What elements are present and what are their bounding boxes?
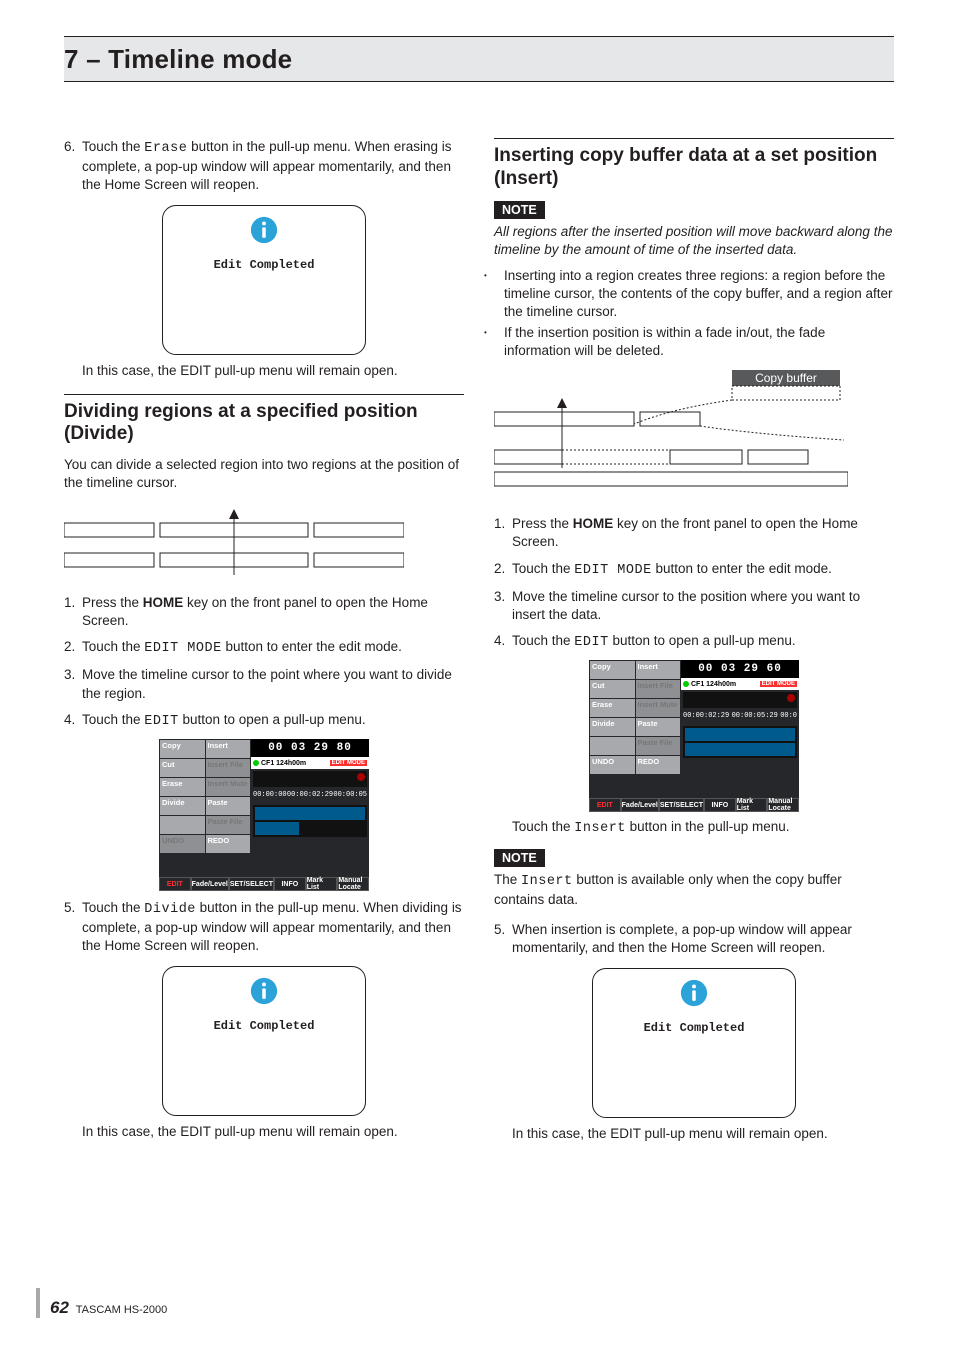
popup2-caption: In this case, the EDIT pull-up menu will… xyxy=(82,1124,464,1139)
divide-step1: Press the HOME key on the front panel to… xyxy=(82,594,464,630)
note1-text: All regions after the inserted position … xyxy=(494,223,894,259)
divide-step5: Touch the Divide button in the pull-up m… xyxy=(82,899,464,956)
info-icon xyxy=(680,979,708,1007)
insert-bullet-2: If the insertion position is within a fa… xyxy=(504,324,894,360)
popup3-text: Edit Completed xyxy=(644,1021,745,1035)
popup-edit-completed-2: Edit Completed xyxy=(162,966,366,1116)
insert-diagram: Copy buffer xyxy=(494,368,848,492)
chapter-title: 7 – Timeline mode xyxy=(64,44,292,75)
note2-text: The Insert button is available only when… xyxy=(494,871,894,909)
svg-text:Copy buffer: Copy buffer xyxy=(755,371,817,385)
insert-step1: Press the HOME key on the front panel to… xyxy=(512,515,894,551)
page-number: 62 xyxy=(50,1298,69,1317)
edit-menu-screenshot-left: CopyInsert CutInsert File EraseInsert Mu… xyxy=(159,739,369,891)
product-name: TASCAM HS-2000 xyxy=(76,1304,168,1316)
insert-step5: When insertion is complete, a pop-up win… xyxy=(512,921,894,957)
chapter-header: 7 – Timeline mode xyxy=(64,36,894,82)
note-badge-2: NOTE xyxy=(494,849,545,867)
touch-insert-caption: Touch the Insert button in the pull-up m… xyxy=(512,818,894,838)
popup1-text: Edit Completed xyxy=(214,258,315,272)
popup2-text: Edit Completed xyxy=(214,1019,315,1033)
popup1-caption: In this case, the EDIT pull-up menu will… xyxy=(82,363,464,378)
divide-diagram xyxy=(64,509,404,575)
divide-step3: Move the timeline cursor to the point wh… xyxy=(82,666,464,702)
left-step6: Touch the Erase button in the pull-up me… xyxy=(82,138,464,195)
insert-step3: Move the timeline cursor to the position… xyxy=(512,588,894,624)
popup3-caption: In this case, the EDIT pull-up menu will… xyxy=(512,1126,894,1141)
edit-menu-screenshot-right: CopyInsert CutInsert File EraseInsert Mu… xyxy=(589,660,799,812)
divide-intro: You can divide a selected region into tw… xyxy=(64,456,464,492)
popup-edit-completed-3: Edit Completed xyxy=(592,968,796,1118)
divide-section-title: Dividing regions at a specified position… xyxy=(64,401,464,447)
page-footer: 62 TASCAM HS-2000 xyxy=(50,1298,167,1318)
insert-step2: Touch the EDIT MODE button to enter the … xyxy=(512,560,894,580)
insert-section-title: Inserting copy buffer data at a set posi… xyxy=(494,145,894,191)
popup-edit-completed-1: Edit Completed xyxy=(162,205,366,355)
divide-step4: Touch the EDIT button to open a pull-up … xyxy=(82,711,464,731)
note-badge-1: NOTE xyxy=(494,201,545,219)
insert-bullet-1: Inserting into a region creates three re… xyxy=(504,267,894,322)
insert-step4: Touch the EDIT button to open a pull-up … xyxy=(512,632,894,652)
divide-step2: Touch the EDIT MODE button to enter the … xyxy=(82,638,464,658)
info-icon xyxy=(250,216,278,244)
gutter-tab xyxy=(36,1288,40,1318)
info-icon xyxy=(250,977,278,1005)
